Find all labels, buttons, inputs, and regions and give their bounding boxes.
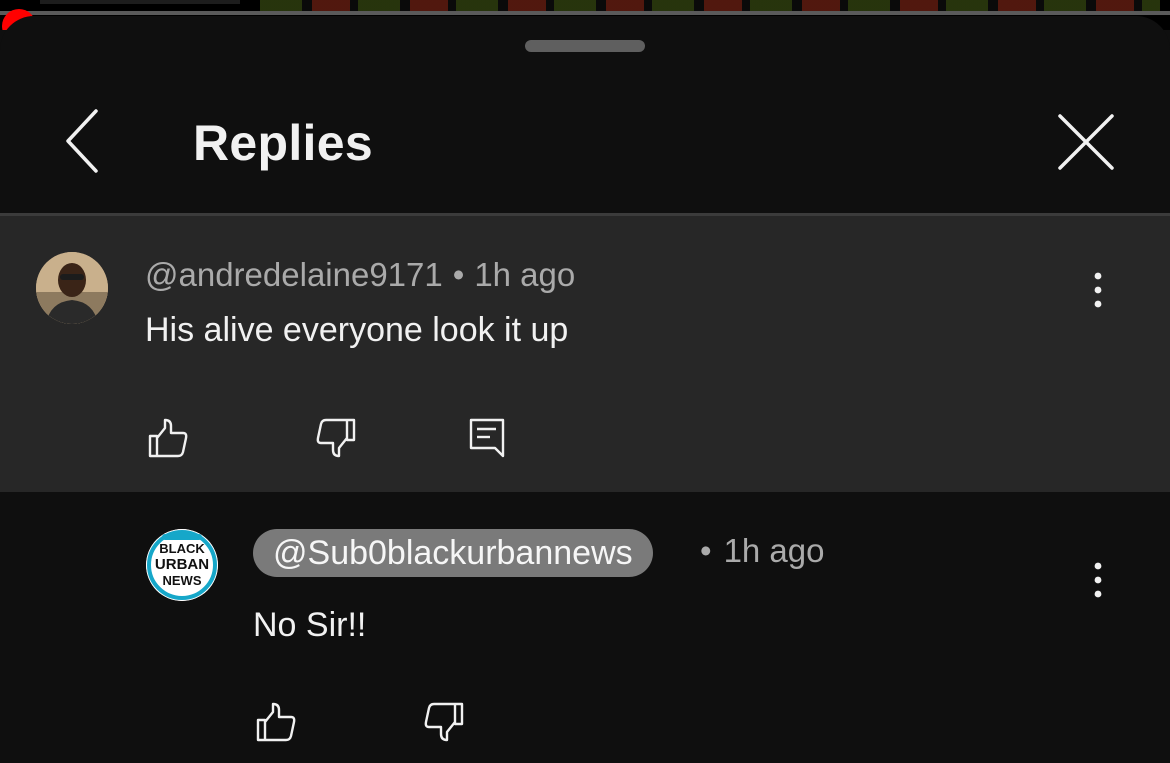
reply-button[interactable] <box>466 416 510 460</box>
comment-time: 1h ago <box>474 256 576 293</box>
like-button[interactable] <box>254 700 298 744</box>
thumbs-up-icon <box>256 702 296 742</box>
dislike-button[interactable] <box>422 700 466 744</box>
sheet-drag-handle[interactable] <box>525 40 645 52</box>
svg-text:NEWS: NEWS <box>163 573 202 588</box>
replies-screen: Replies @andredelaine9171 • 1h ago His a… <box>0 0 1170 763</box>
close-button[interactable] <box>1052 108 1120 176</box>
comment-text: His alive everyone look it up <box>145 311 569 349</box>
creator-handle-badge[interactable]: @Sub0blackurbannews <box>253 529 653 577</box>
avatar-photo <box>36 252 108 324</box>
comment-text: No Sir!! <box>253 606 367 644</box>
dislike-button[interactable] <box>314 416 358 460</box>
comment-meta: • 1h ago <box>700 532 825 570</box>
reply-comment-icon <box>469 418 505 458</box>
comment-meta: @andredelaine9171 • 1h ago <box>145 256 575 294</box>
black-urban-news-logo: BLACK URBAN NEWS <box>146 529 218 601</box>
video-progress-bar[interactable] <box>0 9 1170 30</box>
parent-comment: @andredelaine9171 • 1h ago His alive every… <box>0 216 1170 492</box>
chevron-left-icon <box>66 109 98 173</box>
svg-text:BLACK: BLACK <box>159 541 205 556</box>
thumbs-down-icon <box>424 702 464 742</box>
back-button[interactable] <box>54 106 114 176</box>
replies-header: Replies <box>0 86 1170 214</box>
more-vertical-icon <box>1094 272 1102 308</box>
avatar[interactable]: BLACK URBAN NEWS <box>146 529 218 601</box>
svg-text:URBAN: URBAN <box>155 556 209 573</box>
thumbs-up-icon <box>148 418 188 458</box>
thumbs-down-icon <box>316 418 356 458</box>
comment-more-button[interactable] <box>1080 560 1116 600</box>
comment-more-button[interactable] <box>1080 270 1116 310</box>
video-frame-edge-left <box>40 0 240 4</box>
meta-separator: • <box>452 256 465 293</box>
close-icon <box>1058 114 1114 170</box>
more-vertical-icon <box>1094 562 1102 598</box>
reply-comment: BLACK URBAN NEWS @Sub0blackurbannews • 1h… <box>0 492 1170 763</box>
meta-separator: • <box>700 532 712 569</box>
comment-author[interactable]: @andredelaine9171 <box>145 256 443 293</box>
replies-sheet: Replies @andredelaine9171 • 1h ago His a… <box>0 16 1170 763</box>
comment-time: 1h ago <box>723 532 825 569</box>
page-title: Replies <box>193 115 373 171</box>
like-button[interactable] <box>146 416 190 460</box>
avatar[interactable] <box>36 252 108 324</box>
